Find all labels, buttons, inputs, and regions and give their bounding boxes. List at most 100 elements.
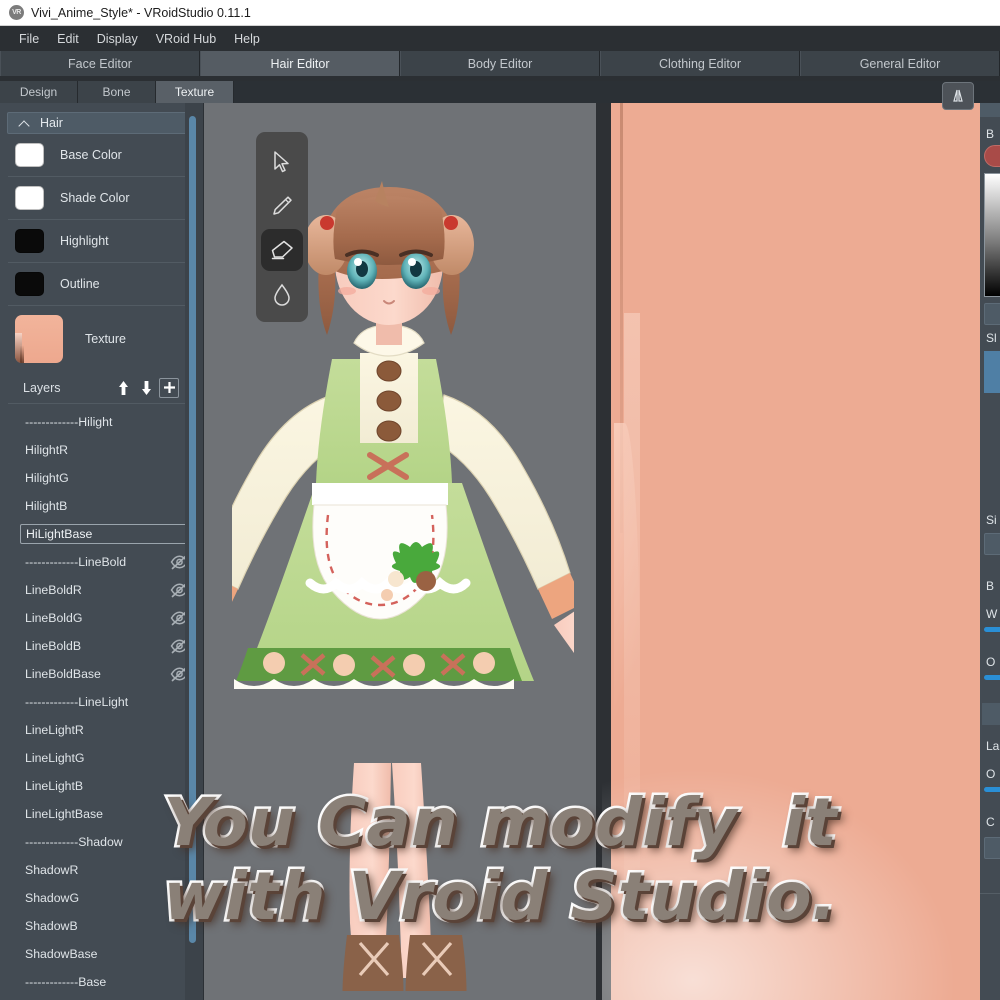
menu-vroid-hub[interactable]: VRoid Hub xyxy=(147,30,225,48)
texture-row[interactable]: Texture xyxy=(0,306,203,372)
texture-thumbnail[interactable] xyxy=(15,315,63,363)
color-settings-group: Base Color Shade Color Highlight Outline xyxy=(0,134,203,306)
tab-body-editor[interactable]: Body Editor xyxy=(400,51,600,76)
right-panel-color-swatch[interactable] xyxy=(980,145,1000,167)
texture-glow xyxy=(602,740,980,1000)
rp-label-text-1: B xyxy=(986,127,995,141)
base-color-swatch[interactable] xyxy=(15,143,44,167)
layer-item[interactable]: ShadowG xyxy=(0,884,203,912)
outline-color-swatch[interactable] xyxy=(15,272,44,296)
layer-item[interactable]: -------------Shadow xyxy=(0,828,203,856)
rp-label-text-6: O xyxy=(986,655,996,669)
subtab-design[interactable]: Design xyxy=(0,81,78,103)
plus-icon[interactable] xyxy=(159,377,179,398)
layer-name: ShadowBase xyxy=(25,947,98,961)
right-panel-bluebar[interactable] xyxy=(980,351,1000,393)
shade-color-row[interactable]: Shade Color xyxy=(8,177,195,220)
menu-file[interactable]: File xyxy=(10,30,48,48)
right-panel-slider-1[interactable] xyxy=(980,627,1000,632)
layer-item[interactable]: ShadowB xyxy=(0,912,203,940)
tab-face-editor[interactable]: Face Editor xyxy=(0,51,200,76)
layer-item[interactable]: -------------LineLight xyxy=(0,688,203,716)
subtab-texture[interactable]: Texture xyxy=(156,81,234,103)
window-title: Vivi_Anime_Style* - VRoidStudio 0.11.1 xyxy=(31,5,251,20)
right-panel-gradient-picker[interactable] xyxy=(980,173,1000,297)
right-panel-label-1: B xyxy=(980,127,994,141)
layer-item[interactable]: LineBoldB xyxy=(0,632,203,660)
layer-item[interactable]: LineBoldR xyxy=(0,576,203,604)
layer-item[interactable]: HilightG xyxy=(0,464,203,492)
layer-item[interactable]: ShadowBase xyxy=(0,940,203,968)
menu-edit[interactable]: Edit xyxy=(48,30,88,48)
title-bar: VR Vivi_Anime_Style* - VRoidStudio 0.11.… xyxy=(0,0,1000,26)
right-properties-panel[interactable]: B Sl Si B W O La O C xyxy=(980,103,1000,1000)
menu-display[interactable]: Display xyxy=(88,30,147,48)
layer-name: -------------Hilight xyxy=(25,415,113,429)
left-panel-scrollbar-track[interactable] xyxy=(185,103,203,1000)
viewport-right-divider xyxy=(596,103,602,1000)
right-panel-section-header[interactable] xyxy=(980,703,1000,725)
tool-pencil[interactable] xyxy=(261,185,303,227)
layer-item[interactable]: LineLightB xyxy=(0,772,203,800)
base-color-row[interactable]: Base Color xyxy=(8,134,195,177)
layer-item[interactable]: LineLightBase xyxy=(0,800,203,828)
layer-item[interactable]: HiLightBase xyxy=(0,520,203,548)
tool-cursor[interactable] xyxy=(261,141,303,183)
layer-item[interactable]: ShadowR xyxy=(0,856,203,884)
arrow-up-icon[interactable] xyxy=(113,378,133,398)
layer-name: LineBoldB xyxy=(25,639,82,653)
right-panel-slider-3[interactable] xyxy=(980,787,1000,792)
layers-toolbar: Layers xyxy=(8,372,195,404)
shade-color-swatch[interactable] xyxy=(15,186,44,210)
tab-general-editor[interactable]: General Editor xyxy=(800,51,1000,76)
layer-name: LineLightG xyxy=(25,751,85,765)
layer-item[interactable]: LineLightG xyxy=(0,744,203,772)
droplet-icon xyxy=(274,283,290,306)
highlight-color-row[interactable]: Highlight xyxy=(8,220,195,263)
outline-color-row[interactable]: Outline xyxy=(8,263,195,306)
right-panel-label-3: Si xyxy=(980,513,997,527)
layer-item[interactable]: -------------LineBold xyxy=(0,548,203,576)
right-panel-field-3[interactable] xyxy=(980,837,1000,859)
highlight-color-swatch[interactable] xyxy=(15,229,44,253)
layer-item[interactable]: LineBoldBase xyxy=(0,660,203,688)
texture-tool-palette xyxy=(256,132,308,322)
rp-label-text-5: W xyxy=(986,607,998,621)
outline-color-label: Outline xyxy=(60,277,100,291)
layer-item[interactable]: LineBoldG xyxy=(0,604,203,632)
layer-name: ShadowR xyxy=(25,863,79,877)
tool-droplet[interactable] xyxy=(261,273,303,315)
layer-name: HiLightBase xyxy=(20,524,193,544)
right-panel-field-2[interactable] xyxy=(980,533,1000,555)
tool-eraser[interactable] xyxy=(261,229,303,271)
chevron-up-icon xyxy=(19,118,30,129)
layer-item[interactable]: -------------Hilight xyxy=(0,408,203,436)
arrow-down-icon[interactable] xyxy=(136,378,156,398)
texture-edit-canvas[interactable] xyxy=(602,103,980,1000)
layer-item[interactable]: HilightB xyxy=(0,492,203,520)
layers-title: Layers xyxy=(23,380,61,395)
cursor-icon xyxy=(274,151,289,173)
model-viewport[interactable] xyxy=(204,103,602,1000)
left-panel-scrollbar-thumb[interactable] xyxy=(189,116,196,943)
highlight-color-label: Highlight xyxy=(60,234,109,248)
layer-item[interactable]: -------------Base xyxy=(0,968,203,996)
right-panel-label-6: O xyxy=(980,655,995,669)
menu-help[interactable]: Help xyxy=(225,30,269,48)
hair-section-header[interactable]: Hair xyxy=(7,112,196,134)
layer-item[interactable]: LineLightR xyxy=(0,716,203,744)
layer-name: -------------LineBold xyxy=(25,555,127,569)
right-panel-slider-2[interactable] xyxy=(980,675,1000,680)
tab-clothing-editor[interactable]: Clothing Editor xyxy=(600,51,800,76)
rp-label-text-9: C xyxy=(986,815,995,829)
symmetry-icon xyxy=(953,89,963,102)
rp-label-text-4: B xyxy=(986,579,995,593)
layer-name: -------------Shadow xyxy=(25,835,123,849)
tab-hair-editor[interactable]: Hair Editor xyxy=(200,51,400,76)
layer-name: HilightR xyxy=(25,443,69,457)
pencil-icon xyxy=(273,196,292,215)
layer-item[interactable]: HilightR xyxy=(0,436,203,464)
subtab-bone[interactable]: Bone xyxy=(78,81,156,103)
right-panel-field-1[interactable] xyxy=(980,303,1000,325)
symmetry-button[interactable] xyxy=(942,82,974,110)
